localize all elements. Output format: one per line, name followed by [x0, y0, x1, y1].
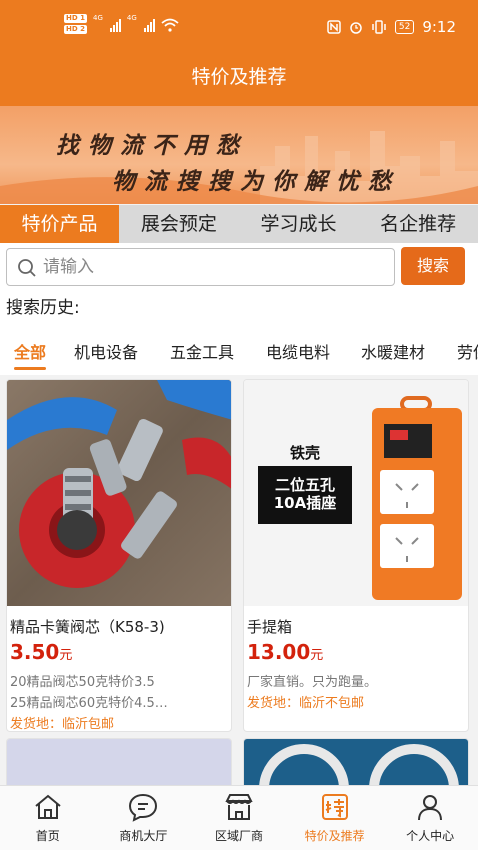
product-card[interactable]: [6, 738, 232, 785]
nav-personal-center-label: 个人中心: [406, 829, 455, 843]
product-desc-line-2: 25精品阀芯60克特价4.5…: [10, 696, 168, 711]
tab-special-products[interactable]: 特价产品: [0, 205, 119, 243]
wifi-icon: [161, 18, 179, 32]
category-cables[interactable]: 电缆电料: [266, 339, 330, 363]
signal-icon: [143, 18, 155, 32]
search-row: 搜索: [0, 243, 478, 291]
product-desc-line-1: 20精品阀芯50克特价3.5: [10, 675, 155, 690]
battery-icon: 52: [394, 20, 415, 34]
hd-badges: HD 1 HD 2: [64, 14, 87, 36]
search-button[interactable]: 搜索: [401, 247, 465, 285]
hd2-badge: HD 2: [64, 25, 87, 34]
product-ship-origin: 发货地：临沂包邮: [10, 717, 115, 732]
product-card[interactable]: 精品卡簧阀芯（K58-3) 3.50元 20精品阀芯50克特价3.5 25精品阀…: [6, 379, 232, 732]
nav-regional-vendors[interactable]: 区域厂商: [191, 786, 287, 850]
tab-exhibition[interactable]: 展会预定: [119, 205, 239, 243]
price-value: 3.50: [10, 640, 60, 664]
chat-icon: [129, 793, 158, 822]
signal-icon: [109, 18, 121, 32]
product-price: 3.50元: [10, 640, 72, 664]
hd1-badge: HD 1: [64, 14, 87, 23]
search-icon: [18, 259, 36, 277]
nav-home[interactable]: 首页: [0, 786, 96, 850]
page-header: 特价及推荐: [0, 60, 478, 106]
product-image-box: 铁壳 二位五孔 10A插座: [244, 380, 468, 606]
bottom-nav: 首页 商机大厅 区域厂商 特价及推荐 个人中心: [0, 785, 478, 850]
product-category-bar: 全部 机电设备 五金工具 电缆电料 水暖建材 劳保: [0, 325, 478, 375]
store-icon: [225, 794, 253, 820]
category-labor-protection[interactable]: 劳保: [457, 339, 478, 363]
net1-label: 4G: [92, 14, 103, 22]
product-image-valve: [7, 380, 231, 606]
category-all[interactable]: 全部: [14, 339, 46, 363]
nav-special-offers[interactable]: 特价及推荐: [287, 786, 383, 850]
product-card[interactable]: [243, 738, 469, 785]
status-time: 9:12: [422, 18, 456, 36]
search-input[interactable]: [43, 254, 383, 280]
banner-line-1: 找物流不用愁: [56, 132, 248, 159]
nfc-icon: [327, 20, 341, 34]
active-category-indicator: [14, 367, 46, 370]
tab-learning[interactable]: 学习成长: [239, 205, 359, 243]
product-card[interactable]: 铁壳 二位五孔 10A插座 手提箱 13.00元 厂家直销。只为跑量。 发货地：…: [243, 379, 469, 732]
product-desc-line-1: 厂家直销。只为跑量。: [247, 675, 378, 690]
image-label-iron-case: 铁壳: [290, 444, 321, 462]
product-image: [244, 739, 468, 785]
nav-business-hall[interactable]: 商机大厅: [96, 786, 192, 850]
nav-home-label: 首页: [35, 829, 60, 843]
image-label-socket-line-2: 10A插座: [273, 494, 337, 512]
price-unit: 元: [310, 648, 324, 663]
alarm-icon: [350, 22, 362, 34]
special-icon: [321, 794, 348, 820]
image-label-socket: 二位五孔 10A插座: [258, 476, 352, 512]
user-icon: [418, 795, 443, 821]
category-electromechanical[interactable]: 机电设备: [74, 339, 138, 363]
home-icon: [35, 794, 61, 819]
nav-personal-center[interactable]: 个人中心: [382, 786, 478, 850]
search-history-label: 搜索历史:: [0, 291, 478, 325]
tab-famous-companies[interactable]: 名企推荐: [358, 205, 478, 243]
product-ship-origin: 发货地：临沂不包邮: [247, 696, 365, 711]
product-title: 手提箱: [247, 618, 293, 636]
status-left: HD 1 HD 2 4G 4G: [64, 14, 179, 36]
category-plumbing[interactable]: 水暖建材: [361, 339, 425, 363]
product-price: 13.00元: [247, 640, 323, 664]
search-box: [6, 248, 395, 286]
nav-regional-vendors-label: 区域厂商: [214, 829, 263, 843]
page-title: 特价及推荐: [191, 66, 287, 88]
image-label-socket-line-1: 二位五孔: [274, 476, 335, 494]
banner-line-2: 物流搜搜为你解忧愁: [112, 168, 400, 195]
category-tabs: 特价产品 展会预定 学习成长 名企推荐: [0, 205, 478, 243]
product-title: 精品卡簧阀芯（K58-3): [10, 618, 165, 636]
promo-banner[interactable]: 找物流不用愁 物流搜搜为你解忧愁: [0, 106, 478, 204]
nav-special-offers-label: 特价及推荐: [304, 829, 365, 843]
status-right: 52 9:12: [327, 18, 456, 36]
product-image: [7, 739, 231, 785]
status-bar: HD 1 HD 2 4G 4G 52 9:12: [0, 0, 478, 60]
vibrate-icon: [372, 20, 386, 34]
nav-business-hall-label: 商机大厅: [119, 829, 168, 843]
category-hardware-tools[interactable]: 五金工具: [170, 339, 234, 363]
net2-label: 4G: [126, 14, 137, 22]
price-value: 13.00: [247, 640, 311, 664]
price-unit: 元: [59, 648, 73, 663]
product-grid: 精品卡簧阀芯（K58-3) 3.50元 20精品阀芯50克特价3.5 25精品阀…: [0, 375, 478, 785]
